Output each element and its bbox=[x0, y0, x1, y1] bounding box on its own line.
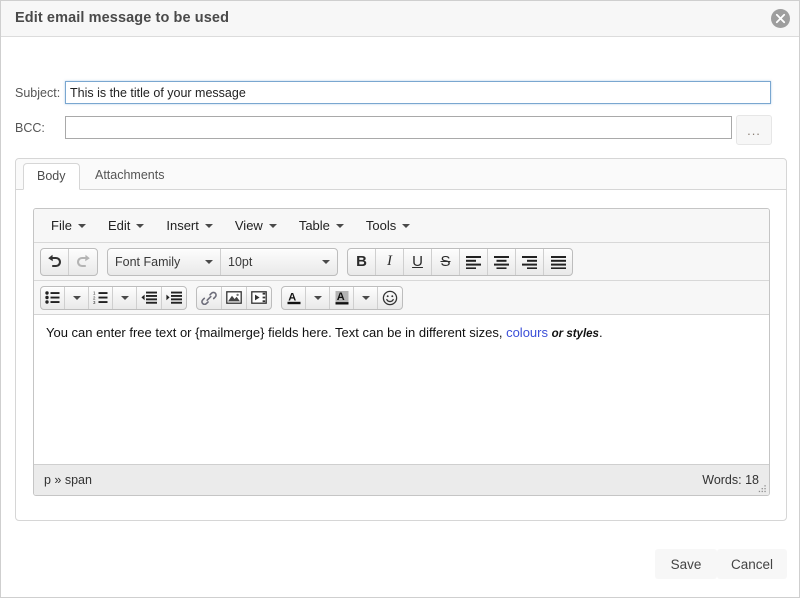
tabstrip: Body Attachments bbox=[16, 159, 786, 190]
bcc-browse-button[interactable]: ... bbox=[736, 115, 772, 145]
menu-table-label: Table bbox=[298, 218, 330, 233]
menu-tools-label: Tools bbox=[365, 218, 397, 233]
background-color-icon[interactable]: A bbox=[330, 286, 354, 309]
chevron-down-icon bbox=[402, 223, 411, 228]
bold-icon: B bbox=[356, 253, 367, 270]
word-count: Words: 18 bbox=[702, 473, 759, 487]
font-size-value: 10pt bbox=[228, 254, 253, 269]
media-icon[interactable] bbox=[247, 287, 271, 309]
chevron-down-icon bbox=[77, 223, 86, 228]
chevron-down-icon bbox=[205, 259, 213, 264]
menu-view-label: View bbox=[234, 218, 263, 233]
editor-toolbar-row-1: Font Family 10pt B I U S bbox=[34, 243, 769, 281]
save-button[interactable]: Save bbox=[655, 549, 717, 579]
bold-button[interactable]: B bbox=[348, 248, 376, 275]
chevron-down-icon bbox=[204, 223, 213, 228]
chevron-down-icon bbox=[335, 223, 344, 228]
color-group: A A bbox=[281, 285, 403, 310]
menu-table[interactable]: Table bbox=[288, 214, 355, 237]
font-family-select[interactable]: Font Family bbox=[108, 248, 221, 275]
email-fields: Subject: BCC: ... Send at: (leave blank … bbox=[1, 37, 799, 180]
resize-grip-icon[interactable] bbox=[757, 483, 767, 493]
font-controls-group: Font Family 10pt bbox=[107, 247, 338, 276]
element-path[interactable]: p » span bbox=[44, 473, 92, 487]
close-icon[interactable] bbox=[771, 9, 790, 28]
italic-button[interactable]: I bbox=[376, 248, 404, 275]
svg-text:A: A bbox=[336, 291, 344, 303]
text-color-dropdown[interactable] bbox=[306, 286, 330, 309]
text-color-icon[interactable]: A bbox=[282, 286, 306, 309]
text-format-group: B I U S bbox=[347, 247, 573, 276]
align-right-icon[interactable] bbox=[516, 248, 544, 275]
dialog-titlebar: Edit email message to be used bbox=[1, 1, 799, 37]
insert-group bbox=[196, 285, 272, 310]
menu-insert[interactable]: Insert bbox=[155, 214, 224, 237]
dialog-title: Edit email message to be used bbox=[15, 10, 230, 26]
chevron-down-icon bbox=[72, 295, 81, 300]
chevron-down-icon bbox=[322, 259, 330, 264]
menu-edit[interactable]: Edit bbox=[97, 214, 155, 237]
menu-file-label: File bbox=[51, 218, 72, 233]
tab-body[interactable]: Body bbox=[23, 163, 80, 190]
dialog-footer: Save Cancel bbox=[1, 535, 799, 597]
cancel-button[interactable]: Cancel bbox=[716, 549, 787, 579]
body-text-styled: or styles bbox=[551, 328, 599, 340]
body-text-plain-after: . bbox=[598, 325, 603, 340]
align-justify-icon[interactable] bbox=[544, 249, 572, 275]
bcc-label: BCC: bbox=[15, 121, 45, 135]
chevron-down-icon bbox=[361, 295, 370, 300]
bullet-list-dropdown[interactable] bbox=[65, 286, 89, 309]
tab-attachments[interactable]: Attachments bbox=[82, 163, 177, 190]
menu-tools[interactable]: Tools bbox=[355, 214, 421, 237]
editor-statusbar: p » span Words: 18 bbox=[34, 464, 769, 495]
strikethrough-icon: S bbox=[440, 253, 451, 270]
redo-icon[interactable] bbox=[69, 249, 97, 275]
underline-icon: U bbox=[412, 253, 423, 270]
subject-label: Subject: bbox=[15, 86, 61, 100]
chevron-down-icon bbox=[136, 223, 145, 228]
menu-insert-label: Insert bbox=[166, 218, 199, 233]
edit-email-dialog: Edit email message to be used Subject: B… bbox=[0, 0, 800, 598]
numbered-list-icon[interactable]: 1 2 3 bbox=[89, 286, 113, 309]
subject-input[interactable] bbox=[65, 81, 771, 104]
editor-menubar: File Edit Insert View Table Tools bbox=[34, 209, 769, 243]
background-color-dropdown[interactable] bbox=[354, 286, 378, 309]
menu-file[interactable]: File bbox=[40, 214, 97, 237]
bcc-browse-label: ... bbox=[747, 123, 761, 138]
menu-edit-label: Edit bbox=[107, 218, 131, 233]
font-size-select[interactable]: 10pt bbox=[221, 249, 337, 275]
outdent-icon[interactable] bbox=[137, 286, 162, 309]
chevron-down-icon bbox=[268, 223, 277, 228]
body-text-plain-before: You can enter free text or {mailmerge} f… bbox=[46, 325, 507, 340]
bcc-input[interactable] bbox=[65, 116, 732, 139]
editor-tab-panel: Body Attachments File Edit Insert View T… bbox=[15, 158, 787, 521]
svg-text:3: 3 bbox=[93, 300, 96, 304]
font-family-value: Font Family bbox=[115, 254, 181, 269]
editor-toolbar-row-2: 1 2 3 A A bbox=[34, 281, 769, 315]
chevron-down-icon bbox=[313, 295, 322, 300]
menu-view[interactable]: View bbox=[224, 214, 288, 237]
indent-icon[interactable] bbox=[162, 287, 186, 309]
chevron-down-icon bbox=[120, 295, 129, 300]
align-left-icon[interactable] bbox=[460, 248, 488, 275]
emoticon-icon[interactable] bbox=[378, 287, 402, 309]
bullet-list-icon[interactable] bbox=[41, 286, 65, 309]
editor-body-content[interactable]: You can enter free text or {mailmerge} f… bbox=[34, 315, 769, 463]
align-center-icon[interactable] bbox=[488, 248, 516, 275]
undo-icon[interactable] bbox=[41, 248, 69, 275]
undo-redo-group bbox=[40, 247, 98, 276]
italic-icon: I bbox=[387, 253, 392, 269]
link-icon[interactable] bbox=[197, 286, 222, 309]
strikethrough-button[interactable]: S bbox=[432, 248, 460, 275]
numbered-list-dropdown[interactable] bbox=[113, 286, 137, 309]
image-icon[interactable] bbox=[222, 286, 247, 309]
svg-text:A: A bbox=[288, 292, 296, 304]
body-text-coloured: colours bbox=[506, 325, 548, 340]
underline-button[interactable]: U bbox=[404, 248, 432, 275]
rich-text-editor: File Edit Insert View Table Tools Font F… bbox=[33, 208, 770, 496]
list-indent-group: 1 2 3 bbox=[40, 285, 187, 310]
